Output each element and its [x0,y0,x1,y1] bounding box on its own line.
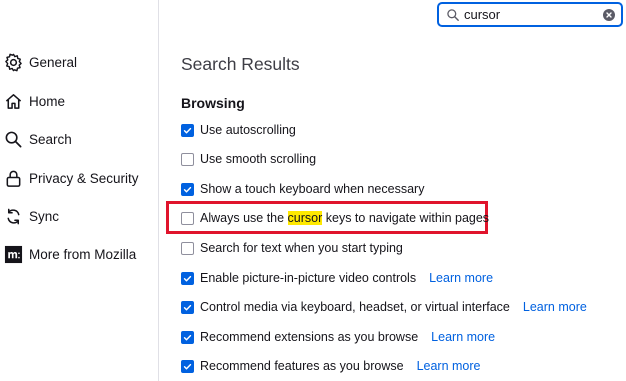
checkbox-checked[interactable] [181,123,194,137]
option-label: Use smooth scrolling [200,152,317,166]
sidebar-item-label: Sync [29,208,60,224]
sidebar-item-privacy[interactable]: Privacy & Security [0,163,158,193]
checkbox-checked[interactable] [181,330,194,344]
option-search-when-typing[interactable]: Search for text when you start typing [181,238,403,258]
home-icon [3,91,23,111]
option-label: Search for text when you start typing [200,241,403,255]
sidebar-item-sync[interactable]: Sync [0,201,158,231]
sidebar-item-general[interactable]: General [0,47,158,77]
option-label-after: keys to navigate within pages [322,211,490,225]
option-touch-keyboard[interactable]: Show a touch keyboard when necessary [181,179,424,199]
clear-search-icon[interactable] [603,9,615,21]
sync-icon [3,206,23,226]
option-cursor-keys[interactable]: Always use the cursor keys to navigate w… [181,208,489,228]
option-label: Control media via keyboard, headset, or … [200,300,510,314]
option-autoscrolling[interactable]: Use autoscrolling [181,120,296,140]
mozilla-icon [3,244,23,264]
search-icon [3,129,23,149]
option-label: Show a touch keyboard when necessary [200,182,425,196]
option-recommend-extensions[interactable]: Recommend extensions as you browse Learn… [181,327,495,347]
gear-icon [3,52,23,72]
sidebar-item-label: Home [29,93,66,109]
option-picture-in-picture[interactable]: Enable picture-in-picture video controls… [181,268,493,288]
checkbox-unchecked[interactable] [181,211,194,225]
checkbox-checked[interactable] [181,271,194,285]
checkbox-checked[interactable] [181,300,194,314]
checkbox-unchecked[interactable] [181,152,194,166]
checkbox-checked[interactable] [181,182,194,196]
sidebar-item-label: Privacy & Security [29,170,139,186]
option-media-control[interactable]: Control media via keyboard, headset, or … [181,297,587,317]
sidebar-item-label: General [29,54,78,70]
option-smooth-scrolling[interactable]: Use smooth scrolling [181,149,316,169]
page-title: Search Results [181,54,300,74]
sidebar: General Home Search Privacy & Security S… [0,0,159,381]
option-label: Use autoscrolling [200,123,296,137]
lock-icon [3,168,23,188]
learn-more-link[interactable]: Learn more [429,271,493,285]
sidebar-item-label: More from Mozilla [29,246,137,262]
checkbox-unchecked[interactable] [181,241,194,255]
section-title: Browsing [181,95,245,111]
sidebar-item-more-from-mozilla[interactable]: More from Mozilla [0,239,158,269]
learn-more-link[interactable]: Learn more [417,359,481,373]
learn-more-link[interactable]: Learn more [431,330,495,344]
option-label-before: Always use the [200,211,288,225]
search-input[interactable] [464,7,594,22]
search-icon [446,8,460,22]
sidebar-item-label: Search [29,131,72,147]
checkbox-checked[interactable] [181,359,194,373]
option-label: Enable picture-in-picture video controls [200,271,417,285]
option-recommend-features[interactable]: Recommend features as you browse Learn m… [181,356,481,376]
option-label: Recommend features as you browse [200,359,404,373]
learn-more-link[interactable]: Learn more [523,300,587,314]
sidebar-item-home[interactable]: Home [0,86,158,116]
option-label: Recommend extensions as you browse [200,330,419,344]
search-match-highlight: cursor [287,211,323,225]
search-box[interactable] [438,3,622,26]
sidebar-item-search[interactable]: Search [0,124,158,154]
